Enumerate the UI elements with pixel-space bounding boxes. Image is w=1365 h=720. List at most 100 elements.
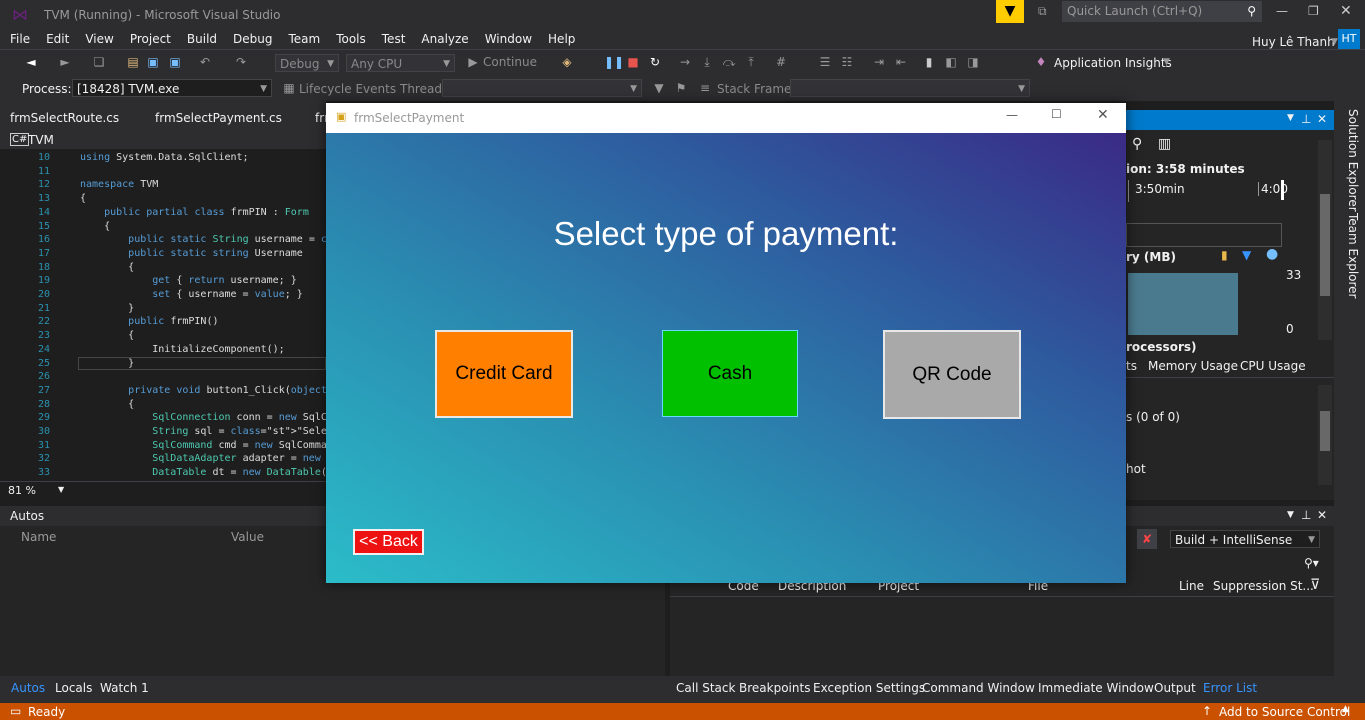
notification-icon[interactable]: ▼ [996,0,1024,23]
qr-code-button[interactable]: QR Code [883,330,1021,419]
code-area[interactable]: 10 using System.Data.SqlClient; 11 12 namesp… [0,151,326,481]
open-folder-icon[interactable]: ▤ [126,55,140,69]
tab-cpu-usage[interactable]: CPU Usage [1240,359,1306,373]
tab-team-explorer[interactable]: Team Explorer [1346,213,1360,299]
code-line[interactable]: 11 [0,165,326,179]
pin-icon[interactable]: ⊥ [1301,508,1311,522]
search-icon[interactable]: ⚲▾ [1304,556,1319,570]
chevron-down-icon[interactable]: ▼ [1287,510,1294,520]
back-nav-icon[interactable]: ◄ [24,55,38,69]
col-name-header[interactable]: Name [21,530,56,544]
next-bookmark-icon[interactable]: ◨ [966,55,980,69]
timeline-cursor[interactable] [1281,180,1284,200]
bookmark-icon[interactable]: ▮ [922,55,936,69]
code-text[interactable]: InitializeComponent(); [80,343,284,357]
code-line[interactable]: 22 public frmPIN() [0,315,326,329]
tab-error-list[interactable]: Error List [1203,681,1257,695]
restart-icon[interactable]: ↻ [648,55,662,69]
platform-select[interactable]: Any CPU ▼ [346,54,455,72]
dialog-title-bar[interactable]: ▣ frmSelectPayment — ☐ ✕ [326,103,1126,133]
stop-icon[interactable]: ■ [626,55,640,69]
new-project-icon[interactable]: ❏ [92,55,106,69]
code-line[interactable]: 26 [0,370,326,384]
code-text[interactable]: using System.Data.SqlClient; [80,151,249,165]
code-line[interactable]: 31 SqlCommand cmd = new SqlComman [0,439,326,453]
redo-icon[interactable]: ↷ [234,55,248,69]
menu-item-team[interactable]: Team [280,29,328,49]
menu-item-project[interactable]: Project [122,29,179,49]
cash-button[interactable]: Cash [662,330,798,417]
minimize-button[interactable]: — [1276,4,1288,18]
quick-launch-input[interactable]: Quick Launch (Ctrl+Q) ⚲ [1062,1,1262,22]
tab-command-window[interactable]: Command Window [922,681,1035,695]
code-line[interactable]: 20 set { username = value; } [0,288,326,302]
feedback-icon[interactable]: ⧉ [1038,4,1047,19]
tab-exception-settings[interactable]: Exception Settings [813,681,925,695]
code-text[interactable]: private void button1_Click(object s [80,384,326,398]
menu-item-debug[interactable]: Debug [225,29,280,49]
configuration-select[interactable]: Debug ▼ [275,54,339,72]
step-into-icon[interactable]: ⤓ [700,55,714,69]
flag-threads-icon[interactable]: ⚑ [674,81,688,95]
chevron-down-icon[interactable]: ▼ [1287,113,1294,123]
code-text[interactable]: } [80,357,134,371]
code-text[interactable]: { [80,192,86,206]
code-line[interactable]: 32 SqlDataAdapter adapter = new Sq [0,452,326,466]
code-text[interactable]: { [80,220,110,234]
application-insights-button[interactable]: Application Insights [1054,56,1172,70]
code-line[interactable]: 29 SqlConnection conn = new SqlCon [0,411,326,425]
lightbulb-icon[interactable]: ♦ [1034,55,1048,69]
pin-icon[interactable]: ⊥ [1301,112,1311,126]
col-value-header[interactable]: Value [231,530,264,544]
code-line[interactable]: 10 using System.Data.SqlClient; [0,151,326,165]
comment-icon[interactable]: ☰ [818,55,832,69]
tab-output[interactable]: Output [1154,681,1196,695]
save-icon[interactable]: ▣ [146,55,160,69]
step-out-icon[interactable]: ⤒ [744,55,758,69]
col-line[interactable]: Line [1179,579,1204,593]
code-line[interactable]: 23 { [0,329,326,343]
lifecycle-events-button[interactable]: Lifecycle Events [299,82,396,96]
close-icon[interactable]: ✕ [1317,112,1327,126]
menu-item-analyze[interactable]: Analyze [413,29,476,49]
maximize-button[interactable]: ❐ [1308,4,1319,18]
code-text[interactable]: set { username = value; } [80,288,303,302]
tab-frm-select-route[interactable]: frmSelectRoute.cs [10,111,119,125]
uncomment-icon[interactable]: ☷ [840,55,854,69]
menu-item-file[interactable]: File [2,29,38,49]
code-text[interactable]: get { return username; } [80,274,297,288]
code-line[interactable]: 30 String sql = class="st">"Select Usern… [0,425,326,439]
menu-item-test[interactable]: Test [374,29,414,49]
add-to-source-control-button[interactable]: Add to Source Control [1219,705,1350,719]
code-text[interactable]: { [80,261,134,275]
code-text[interactable]: public frmPIN() [80,315,218,329]
tab-frm-select-payment[interactable]: frmSelectPayment.cs [155,111,282,125]
outdent-icon[interactable]: ⇤ [894,55,908,69]
code-line[interactable]: 24 InitializeComponent(); [0,343,326,357]
hex-display-icon[interactable]: # [774,55,788,69]
tab-watch-1[interactable]: Watch 1 [100,681,149,695]
credit-card-button[interactable]: Credit Card [435,330,573,418]
close-button[interactable]: ✕ [1340,3,1352,19]
step-over-icon[interactable]: ⤼ [722,55,736,69]
browser-link-icon[interactable]: ◈ [560,55,574,69]
avatar[interactable]: HT [1338,29,1360,49]
scrollbar[interactable] [1318,140,1332,340]
tab-locals[interactable]: Locals [55,681,92,695]
filter-icon[interactable]: ⊽ [1310,577,1320,593]
filter-icon[interactable]: ▼ [652,81,666,95]
settings-icon[interactable]: ▥ [1158,136,1171,152]
prev-bookmark-icon[interactable]: ◧ [944,55,958,69]
scrollbar[interactable] [1318,385,1332,485]
close-icon[interactable]: ✕ [1317,508,1327,522]
code-line[interactable]: 27 private void button1_Click(object s [0,384,326,398]
dialog-maximize-button[interactable]: ☐ [1051,107,1062,121]
code-line[interactable]: 19 get { return username; } [0,274,326,288]
build-filter-select[interactable]: Build + IntelliSense ▼ [1170,530,1320,548]
pause-icon[interactable]: ❚❚ [604,55,624,69]
forward-nav-icon[interactable]: ► [58,55,72,69]
code-line[interactable]: 25 } [0,357,326,371]
zoom-level[interactable]: 81 % [8,484,36,497]
continue-button[interactable]: Continue [483,55,537,69]
code-text[interactable]: { [80,329,134,343]
